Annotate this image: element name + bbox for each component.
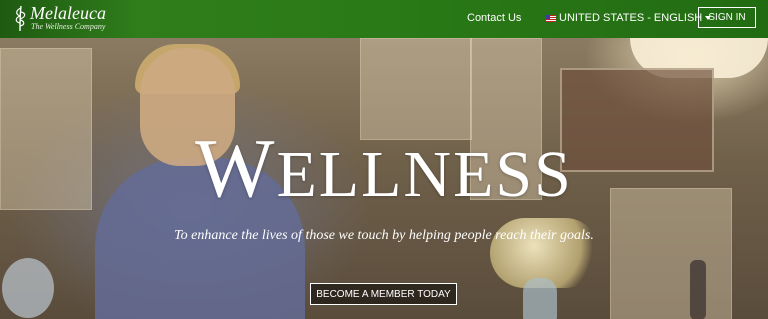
plate-graphic	[2, 258, 54, 318]
cabinet-graphic	[360, 38, 472, 140]
sign-in-button[interactable]: SIGN IN	[698, 7, 756, 28]
melaleuca-logo[interactable]: Melaleuca The Wellness Company	[12, 4, 106, 32]
locale-selector[interactable]: UNITED STATES - ENGLISH	[546, 12, 712, 24]
top-header: Melaleuca The Wellness Company Contact U…	[0, 0, 768, 38]
vase-graphic	[523, 278, 557, 319]
pepper-grinder-graphic	[690, 260, 706, 319]
leaf-icon	[15, 5, 26, 32]
hero-headline: WELLNESS	[195, 122, 573, 215]
us-flag-icon	[546, 14, 556, 22]
contact-us-link[interactable]: Contact Us	[467, 12, 521, 24]
hero-subtitle: To enhance the lives of those we touch b…	[174, 228, 594, 243]
locale-label: UNITED STATES - ENGLISH	[559, 12, 703, 24]
logo-tagline: The Wellness Company	[31, 22, 106, 31]
hero-banner: WELLNESS To enhance the lives of those w…	[0, 38, 768, 319]
logo-name: Melaleuca	[30, 3, 106, 23]
become-member-button[interactable]: BECOME A MEMBER TODAY	[310, 283, 457, 305]
